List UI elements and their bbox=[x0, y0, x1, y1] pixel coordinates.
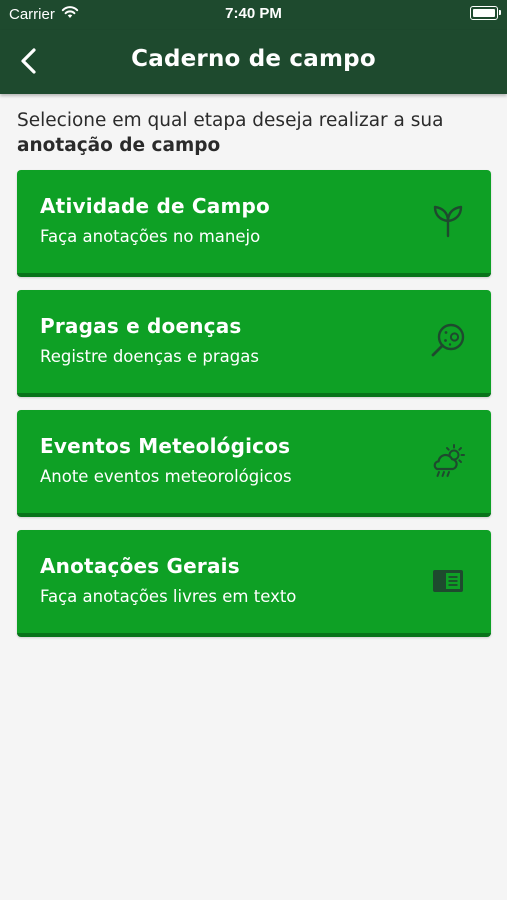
card-title: Pragas e doenças bbox=[40, 314, 242, 338]
card-eventos-meteologicos[interactable]: Eventos Meteológicos Anote eventos meteo… bbox=[17, 410, 491, 517]
card-title: Anotações Gerais bbox=[40, 554, 240, 578]
page-title: Caderno de campo bbox=[131, 46, 376, 72]
card-subtitle: Anote eventos meteorológicos bbox=[40, 467, 292, 486]
notebook-icon bbox=[433, 570, 463, 592]
intro-text: Selecione em qual etapa deseja realizar … bbox=[17, 108, 492, 158]
status-time: 7:40 PM bbox=[225, 5, 282, 22]
card-anotacoes-gerais[interactable]: Anotações Gerais Faça anotações livres e… bbox=[17, 530, 491, 637]
card-subtitle: Faça anotações no manejo bbox=[40, 227, 261, 246]
card-subtitle: Faça anotações livres em texto bbox=[40, 587, 297, 606]
card-title: Eventos Meteológicos bbox=[40, 434, 291, 458]
weather-icon bbox=[433, 444, 465, 477]
header: Caderno de campo bbox=[0, 30, 507, 94]
intro-line: Selecione em qual etapa deseja realizar … bbox=[17, 110, 444, 131]
intro-bold-line: anotação de campo bbox=[17, 135, 221, 156]
sprout-icon bbox=[433, 205, 463, 238]
status-bar: Carrier 7:40 PM bbox=[0, 0, 507, 30]
pest-magnifier-icon bbox=[431, 323, 465, 357]
battery-level bbox=[473, 9, 495, 17]
card-subtitle: Registre doenças e pragas bbox=[40, 347, 259, 366]
card-atividade-de-campo[interactable]: Atividade de Campo Faça anotações no man… bbox=[17, 170, 491, 277]
card-pragas-e-doencas[interactable]: Pragas e doenças Registre doenças e prag… bbox=[17, 290, 491, 397]
battery-icon bbox=[470, 6, 501, 20]
card-title: Atividade de Campo bbox=[40, 194, 270, 218]
